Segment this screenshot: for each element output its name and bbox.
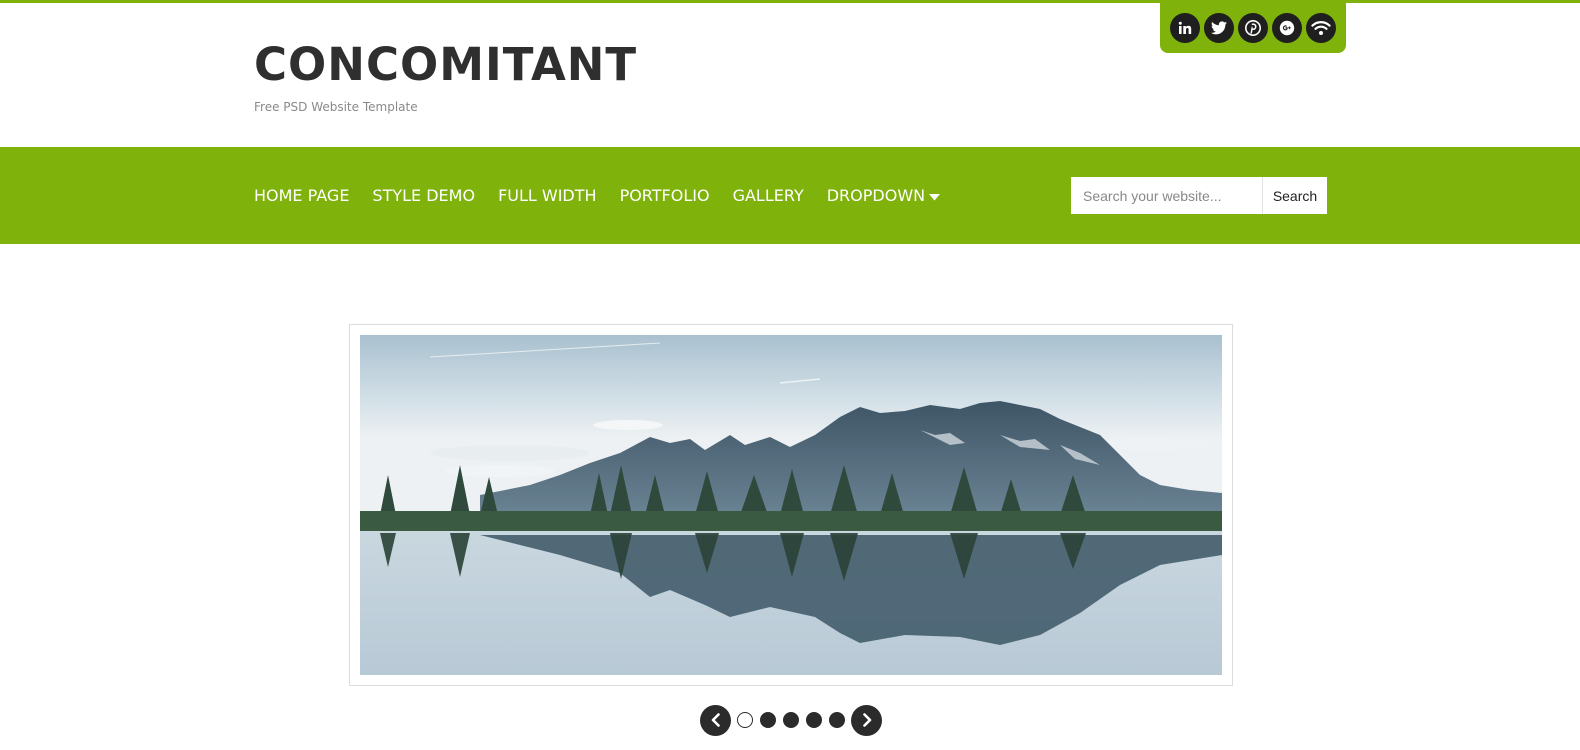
chevron-right-icon[interactable] <box>851 704 882 736</box>
main-navbar: HOME PAGE STYLE DEMO FULL WIDTH PORTFOLI… <box>0 147 1580 244</box>
search-button[interactable]: Search <box>1262 177 1327 214</box>
nav-item-label: PORTFOLIO <box>619 186 710 205</box>
slider-dot[interactable] <box>829 712 845 728</box>
slider-dot[interactable] <box>760 712 776 728</box>
slider-dot[interactable] <box>783 712 799 728</box>
nav-item-label: DROPDOWN <box>826 186 926 205</box>
nav-item-full-width[interactable]: FULL WIDTH <box>498 186 597 205</box>
search-form: Search <box>1071 177 1327 214</box>
slider-dots <box>737 712 845 728</box>
caret-down-icon <box>929 186 941 205</box>
pinterest-icon[interactable] <box>1238 12 1268 43</box>
slider-dot[interactable] <box>806 712 822 728</box>
nav-item-label: STYLE DEMO <box>372 186 476 205</box>
nav-item-dropdown[interactable]: DROPDOWN <box>826 186 941 205</box>
site-tagline: Free PSD Website Template <box>254 100 418 114</box>
nav-item-style-demo[interactable]: STYLE DEMO <box>372 186 475 205</box>
slider-navigation <box>700 704 882 736</box>
site-title[interactable]: CONCOMITANT <box>254 37 637 93</box>
social-links <box>1160 0 1346 53</box>
nav-menu: HOME PAGE STYLE DEMO FULL WIDTH PORTFOLI… <box>254 147 963 244</box>
slider-dot[interactable] <box>737 712 753 728</box>
chevron-left-icon[interactable] <box>700 704 731 736</box>
linkedin-icon[interactable] <box>1170 12 1200 43</box>
google-plus-icon[interactable] <box>1272 12 1302 43</box>
nav-item-portfolio[interactable]: PORTFOLIO <box>620 186 710 205</box>
slide-image-mountain-lake <box>360 335 1222 675</box>
image-slider <box>349 324 1233 686</box>
nav-item-home-page[interactable]: HOME PAGE <box>254 186 349 205</box>
nav-item-label: FULL WIDTH <box>498 186 597 205</box>
rss-icon[interactable] <box>1306 12 1336 43</box>
nav-item-label: HOME PAGE <box>254 186 350 205</box>
site-branding: CONCOMITANT Free PSD Website Template <box>254 37 637 114</box>
twitter-icon[interactable] <box>1204 12 1234 43</box>
nav-item-label: GALLERY <box>732 186 804 205</box>
nav-item-gallery[interactable]: GALLERY <box>733 186 804 205</box>
search-input[interactable] <box>1071 177 1262 214</box>
